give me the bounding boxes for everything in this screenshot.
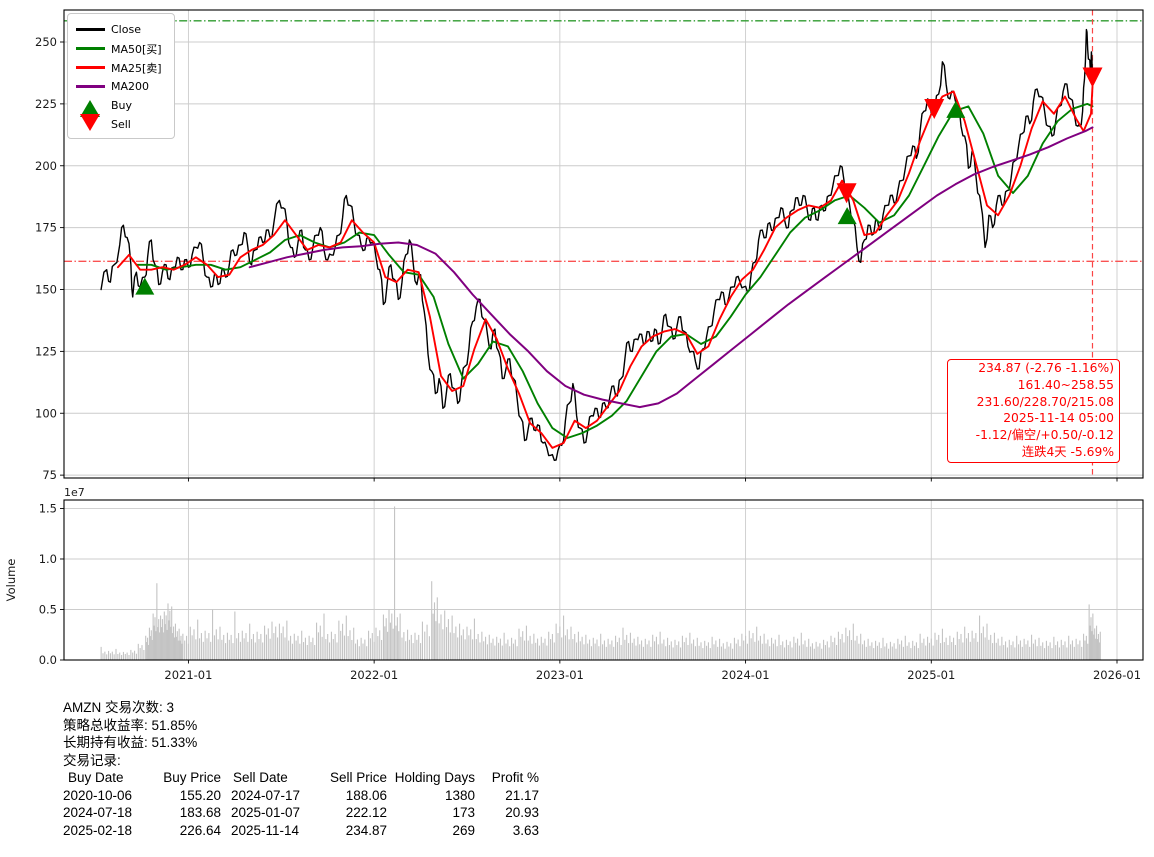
svg-text:2023-01: 2023-01 — [536, 668, 584, 682]
close-line-swatch — [76, 28, 105, 30]
legend-label: Buy — [111, 99, 132, 112]
legend-item-buy: Buy — [75, 96, 168, 115]
trade-row: 2020-10-06155.202024-07-17188.06138021.1… — [63, 787, 539, 805]
col-buy-price: Buy Price — [149, 769, 221, 787]
svg-text:2026-01: 2026-01 — [1093, 668, 1141, 682]
svg-text:150: 150 — [35, 283, 57, 297]
sell-markers — [837, 67, 1103, 203]
legend-item-sell: Sell — [75, 115, 168, 134]
sell-marker-icon — [924, 99, 944, 119]
svg-text:100: 100 — [35, 406, 57, 420]
annotation-ma-line: 231.60/228.70/215.08 — [953, 395, 1114, 411]
holding-return-line: 长期持有收益: 51.33% — [63, 734, 539, 752]
volume-axis-label: Volume — [4, 559, 18, 602]
info-annotation: 234.87 (-2.76 -1.16%) 161.40~258.55 231.… — [947, 359, 1120, 463]
ma200-line-swatch — [76, 85, 105, 87]
svg-text:2021-01: 2021-01 — [164, 668, 212, 682]
sell-marker-icon — [1082, 67, 1102, 87]
volume-bars — [101, 506, 1101, 660]
annotation-price-line: 234.87 (-2.76 -1.16%) — [953, 361, 1114, 377]
ma50-line-swatch — [76, 47, 105, 49]
legend-label: MA25[卖] — [111, 60, 162, 76]
svg-text:125: 125 — [35, 344, 57, 358]
legend-label: MA200 — [111, 80, 149, 93]
legend-label: Sell — [111, 118, 131, 131]
svg-text:75: 75 — [42, 468, 57, 482]
close-line — [101, 30, 1092, 461]
legend-item-ma50: MA50[买] — [75, 39, 168, 58]
svg-text:175: 175 — [35, 221, 57, 235]
trades-header: Buy Date Buy Price Sell Date Sell Price … — [63, 769, 539, 787]
svg-text:225: 225 — [35, 97, 57, 111]
sell-triangle-icon — [80, 114, 100, 131]
legend-item-close: Close — [75, 20, 168, 39]
svg-text:200: 200 — [35, 159, 57, 173]
trade-count-line: AMZN 交易次数: 3 — [63, 699, 539, 717]
annotation-range-line: 161.40~258.55 — [953, 378, 1114, 394]
ma25-line-swatch — [76, 66, 105, 68]
trade-row: 2025-02-18226.642025-11-14234.872693.63 — [63, 822, 539, 840]
legend: Close MA50[买] MA25[卖] MA200 Buy Sell — [67, 13, 175, 139]
svg-text:250: 250 — [35, 35, 57, 49]
svg-text:2024-01: 2024-01 — [722, 668, 770, 682]
col-sell-date: Sell Date — [221, 769, 317, 787]
strategy-return-line: 策略总收益率: 51.85% — [63, 717, 539, 735]
svg-text:2022-01: 2022-01 — [350, 668, 398, 682]
gridlines — [64, 10, 1143, 660]
svg-text:0.0: 0.0 — [39, 653, 57, 667]
svg-text:1.5: 1.5 — [39, 501, 57, 515]
annotation-signal-line: -1.12/偏空/+0.50/-0.12 — [953, 428, 1114, 444]
col-sell-price: Sell Price — [317, 769, 387, 787]
svg-text:2025-01: 2025-01 — [907, 668, 955, 682]
annotation-date-line: 2025-11-14 05:00 — [953, 411, 1114, 427]
col-profit: Profit % — [475, 769, 539, 787]
buy-marker-icon — [838, 207, 857, 224]
col-holding-days: Holding Days — [387, 769, 475, 787]
axis-ticks — [60, 42, 1117, 663]
trade-record-title: 交易记录: — [63, 752, 539, 770]
trade-row: 2024-07-18183.682025-01-07222.1217320.93 — [63, 804, 539, 822]
legend-label: MA50[买] — [111, 41, 162, 57]
volume-offset-label: 1e7 — [64, 486, 85, 499]
strategy-stats: AMZN 交易次数: 3 策略总收益率: 51.85% 长期持有收益: 51.3… — [63, 699, 539, 839]
svg-text:1.0: 1.0 — [39, 552, 57, 566]
legend-label: Close — [111, 23, 141, 36]
trades-rows: 2020-10-06155.202024-07-17188.06138021.1… — [63, 787, 539, 840]
annotation-streak-line: 连跌4天 -5.69% — [953, 445, 1114, 461]
legend-item-ma200: MA200 — [75, 77, 168, 96]
svg-text:0.5: 0.5 — [39, 602, 57, 616]
figure: 75 100 125 150 175 200 225 250 0.0 0.5 1.0 1.5 2021-… — [0, 0, 1154, 857]
col-buy-date: Buy Date — [63, 769, 149, 787]
legend-item-ma25: MA25[卖] — [75, 58, 168, 77]
